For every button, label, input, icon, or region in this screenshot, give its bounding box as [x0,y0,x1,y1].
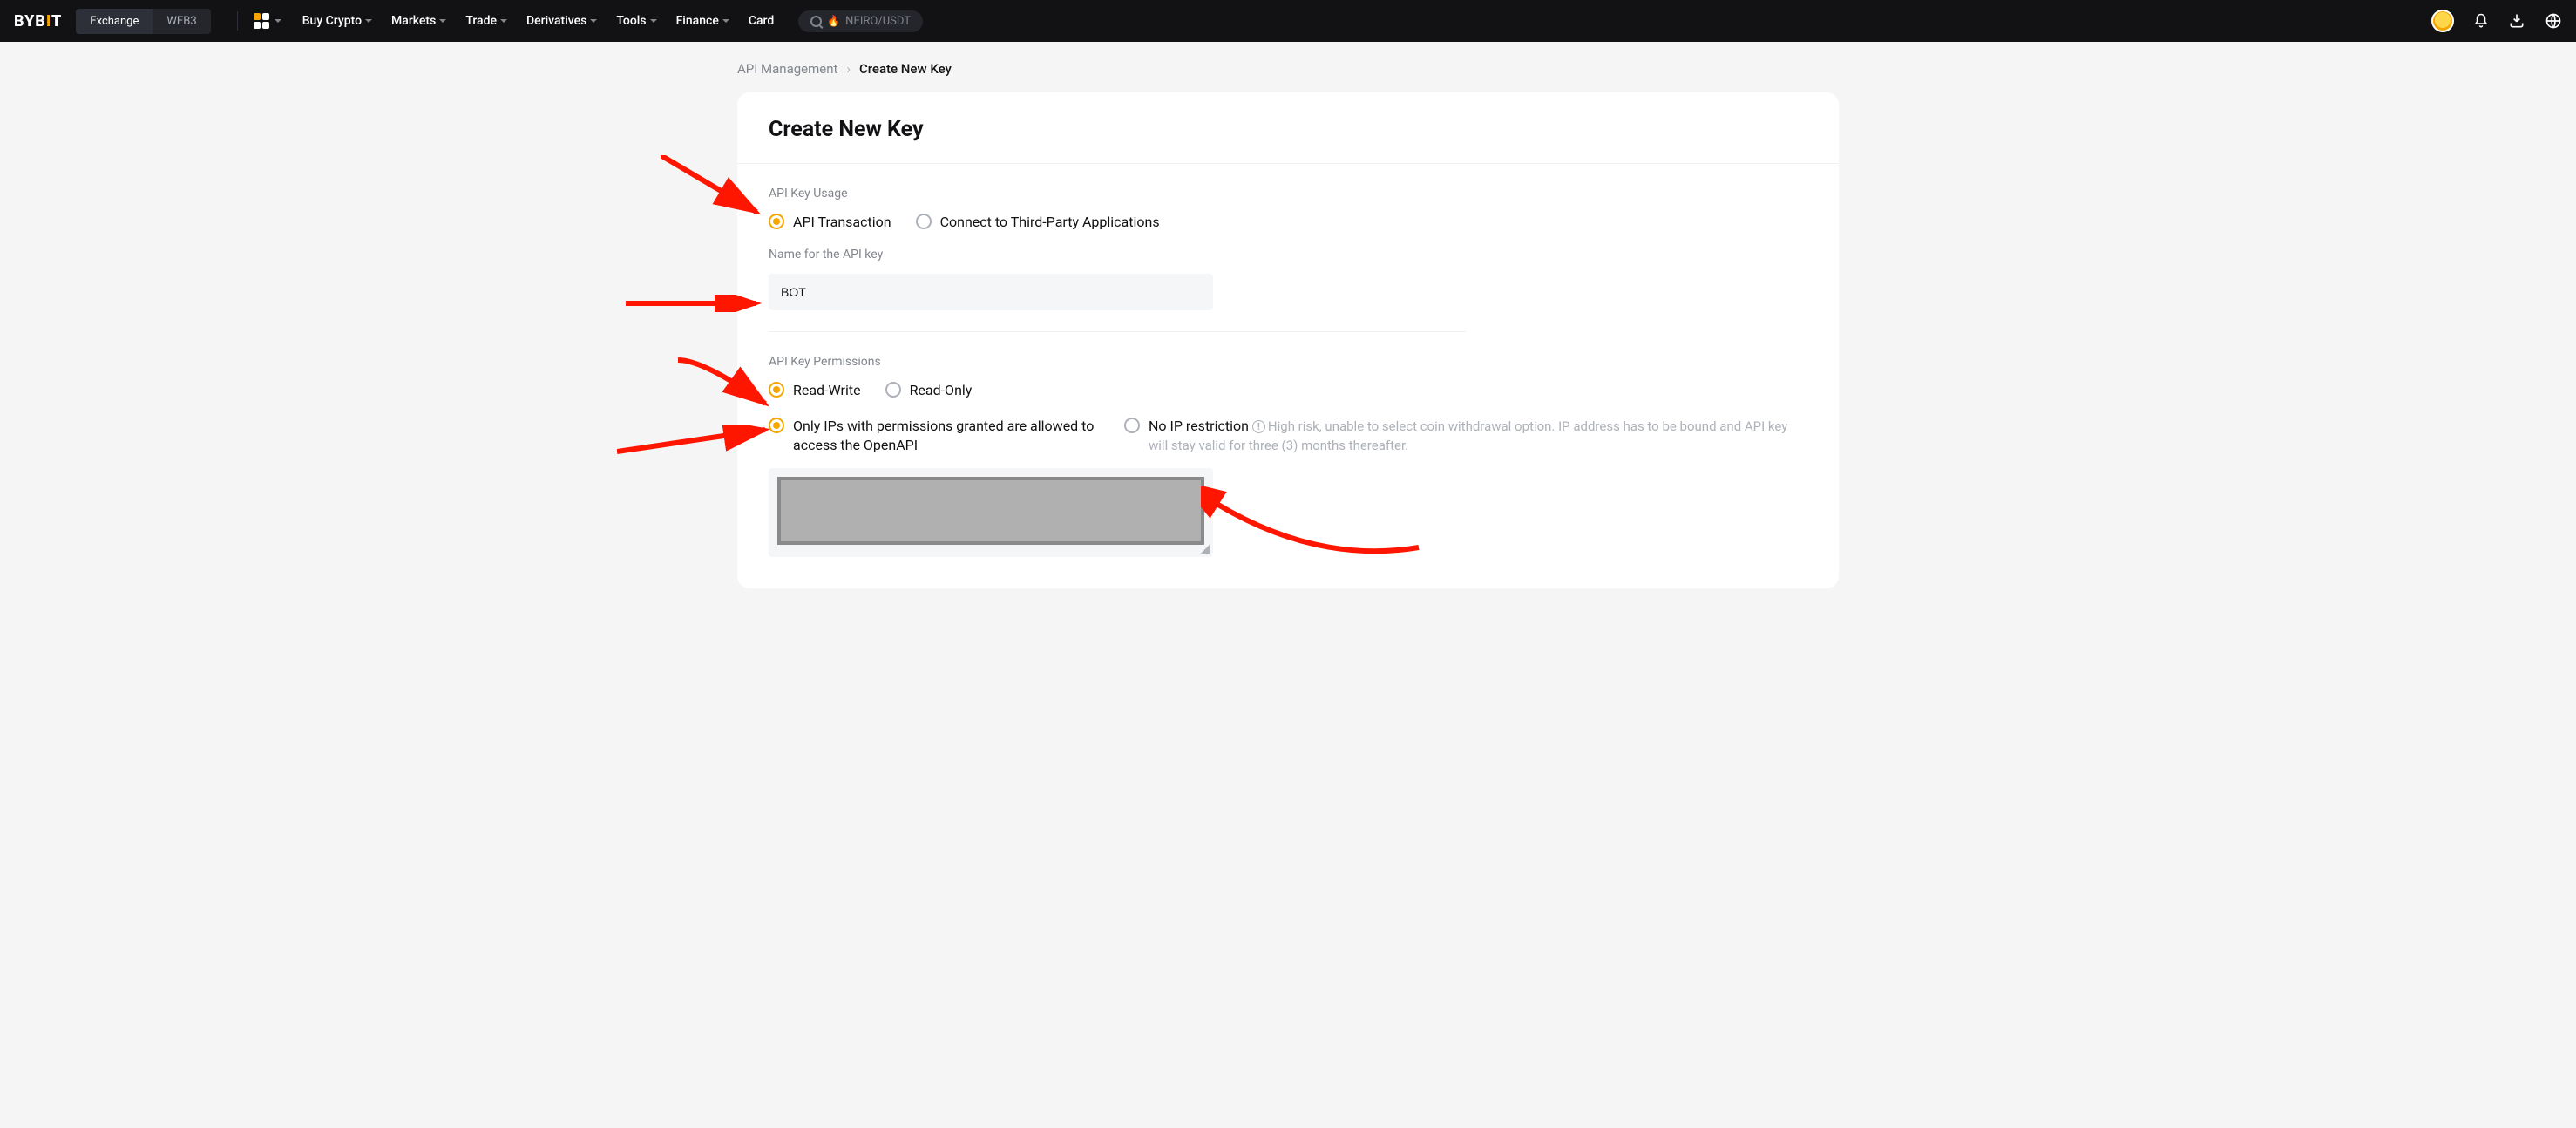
globe-icon [2545,12,2562,30]
name-section-label: Name for the API key [769,248,1807,262]
bell-icon [2473,13,2489,29]
radio-ip-restricted-wrap: Only IPs with permissions granted are al… [769,417,1100,456]
radio-icon [885,382,901,398]
radio-ip-restricted[interactable] [769,417,784,433]
permissions-section-label: API Key Permissions [769,355,1807,369]
language-button[interactable] [2545,12,2562,30]
nav-finance[interactable]: Finance [676,14,729,28]
radio-label: No IP restriction [1149,418,1249,434]
breadcrumb-current: Create New Key [859,61,952,77]
ip-restriction-group: Only IPs with permissions granted are al… [769,417,1807,456]
radio-read-write[interactable]: Read-Write [769,381,861,400]
nav-label: Markets [391,14,436,28]
nav-buy-crypto[interactable]: Buy Crypto [302,14,372,28]
radio-label: Read-Only [910,381,973,400]
divider [769,331,1466,332]
nav-markets[interactable]: Markets [391,14,446,28]
nav-label: Trade [465,14,497,28]
download-icon [2508,12,2525,30]
app-header: BYBIT Exchange WEB3 Buy Crypto Markets T… [0,0,2576,42]
radio-api-transaction[interactable]: API Transaction [769,213,891,232]
radio-label: Read-Write [793,381,861,400]
breadcrumb-prev[interactable]: API Management [737,61,837,77]
search-box[interactable]: 🔥 NEIRO/USDT [798,10,923,32]
radio-third-party[interactable]: Connect to Third-Party Applications [916,213,1160,232]
usage-radio-group: API Transaction Connect to Third-Party A… [769,213,1807,232]
tab-web3[interactable]: WEB3 [153,9,210,34]
grid-icon [254,13,269,29]
header-actions [2431,10,2562,32]
logo[interactable]: BYBIT [14,12,62,31]
radio-icon [769,418,784,433]
nav-derivatives[interactable]: Derivatives [526,14,597,28]
avatar[interactable] [2431,10,2454,32]
logo-text-pre: BYB [14,12,46,31]
radio-icon [769,382,784,398]
info-icon [1252,420,1265,433]
chevron-right-icon: › [846,61,851,77]
nav-card[interactable]: Card [749,14,774,28]
notifications-button[interactable] [2473,13,2489,29]
nav-label: Finance [676,14,719,28]
page-container: API Management › Create New Key Create N… [730,42,1846,588]
nav-tools[interactable]: Tools [616,14,656,28]
chevron-down-icon [275,19,281,23]
logo-text-post: T [51,12,62,31]
radio-no-ip-wrap: No IP restriction High risk, unable to s… [1124,417,1807,456]
nav-label: Buy Crypto [302,14,362,28]
nav-label: Tools [616,14,646,28]
radio-no-ip-restriction[interactable] [1124,417,1140,433]
chevron-down-icon [439,19,446,23]
main-nav: Buy Crypto Markets Trade Derivatives Too… [302,14,775,28]
breadcrumb: API Management › Create New Key [737,42,1839,92]
nav-trade[interactable]: Trade [465,14,507,28]
nav-label: Card [749,14,774,28]
mode-switch: Exchange WEB3 [76,9,210,34]
chevron-down-icon [590,19,597,23]
radio-label: Only IPs with permissions granted are al… [793,417,1100,456]
radio-icon [916,214,932,229]
ip-whitelist-input[interactable] [777,477,1204,545]
search-icon [810,16,822,27]
chevron-down-icon [365,19,372,23]
chevron-down-icon [722,19,729,23]
radio-icon [1124,418,1140,433]
page-title: Create New Key [769,117,1807,142]
tab-exchange[interactable]: Exchange [76,9,153,34]
ip-textarea-container [769,468,1213,557]
search-fire-icon: 🔥 [827,15,840,27]
radio-icon [769,214,784,229]
download-button[interactable] [2508,12,2525,30]
resize-handle-icon[interactable] [1201,545,1210,554]
divider [237,11,238,31]
usage-section-label: API Key Usage [769,187,1807,200]
radio-read-only[interactable]: Read-Only [885,381,973,400]
chevron-down-icon [500,19,507,23]
nav-label: Derivatives [526,14,586,28]
radio-label: Connect to Third-Party Applications [940,213,1160,232]
chevron-down-icon [650,19,657,23]
radio-label: API Transaction [793,213,891,232]
search-placeholder: NEIRO/USDT [845,15,911,28]
create-key-card: Create New Key API Key Usage API Transac… [737,92,1839,588]
apps-menu[interactable] [254,13,281,29]
api-key-name-input[interactable] [769,274,1213,310]
permissions-radio-group: Read-Write Read-Only [769,381,1807,400]
divider [737,163,1839,164]
